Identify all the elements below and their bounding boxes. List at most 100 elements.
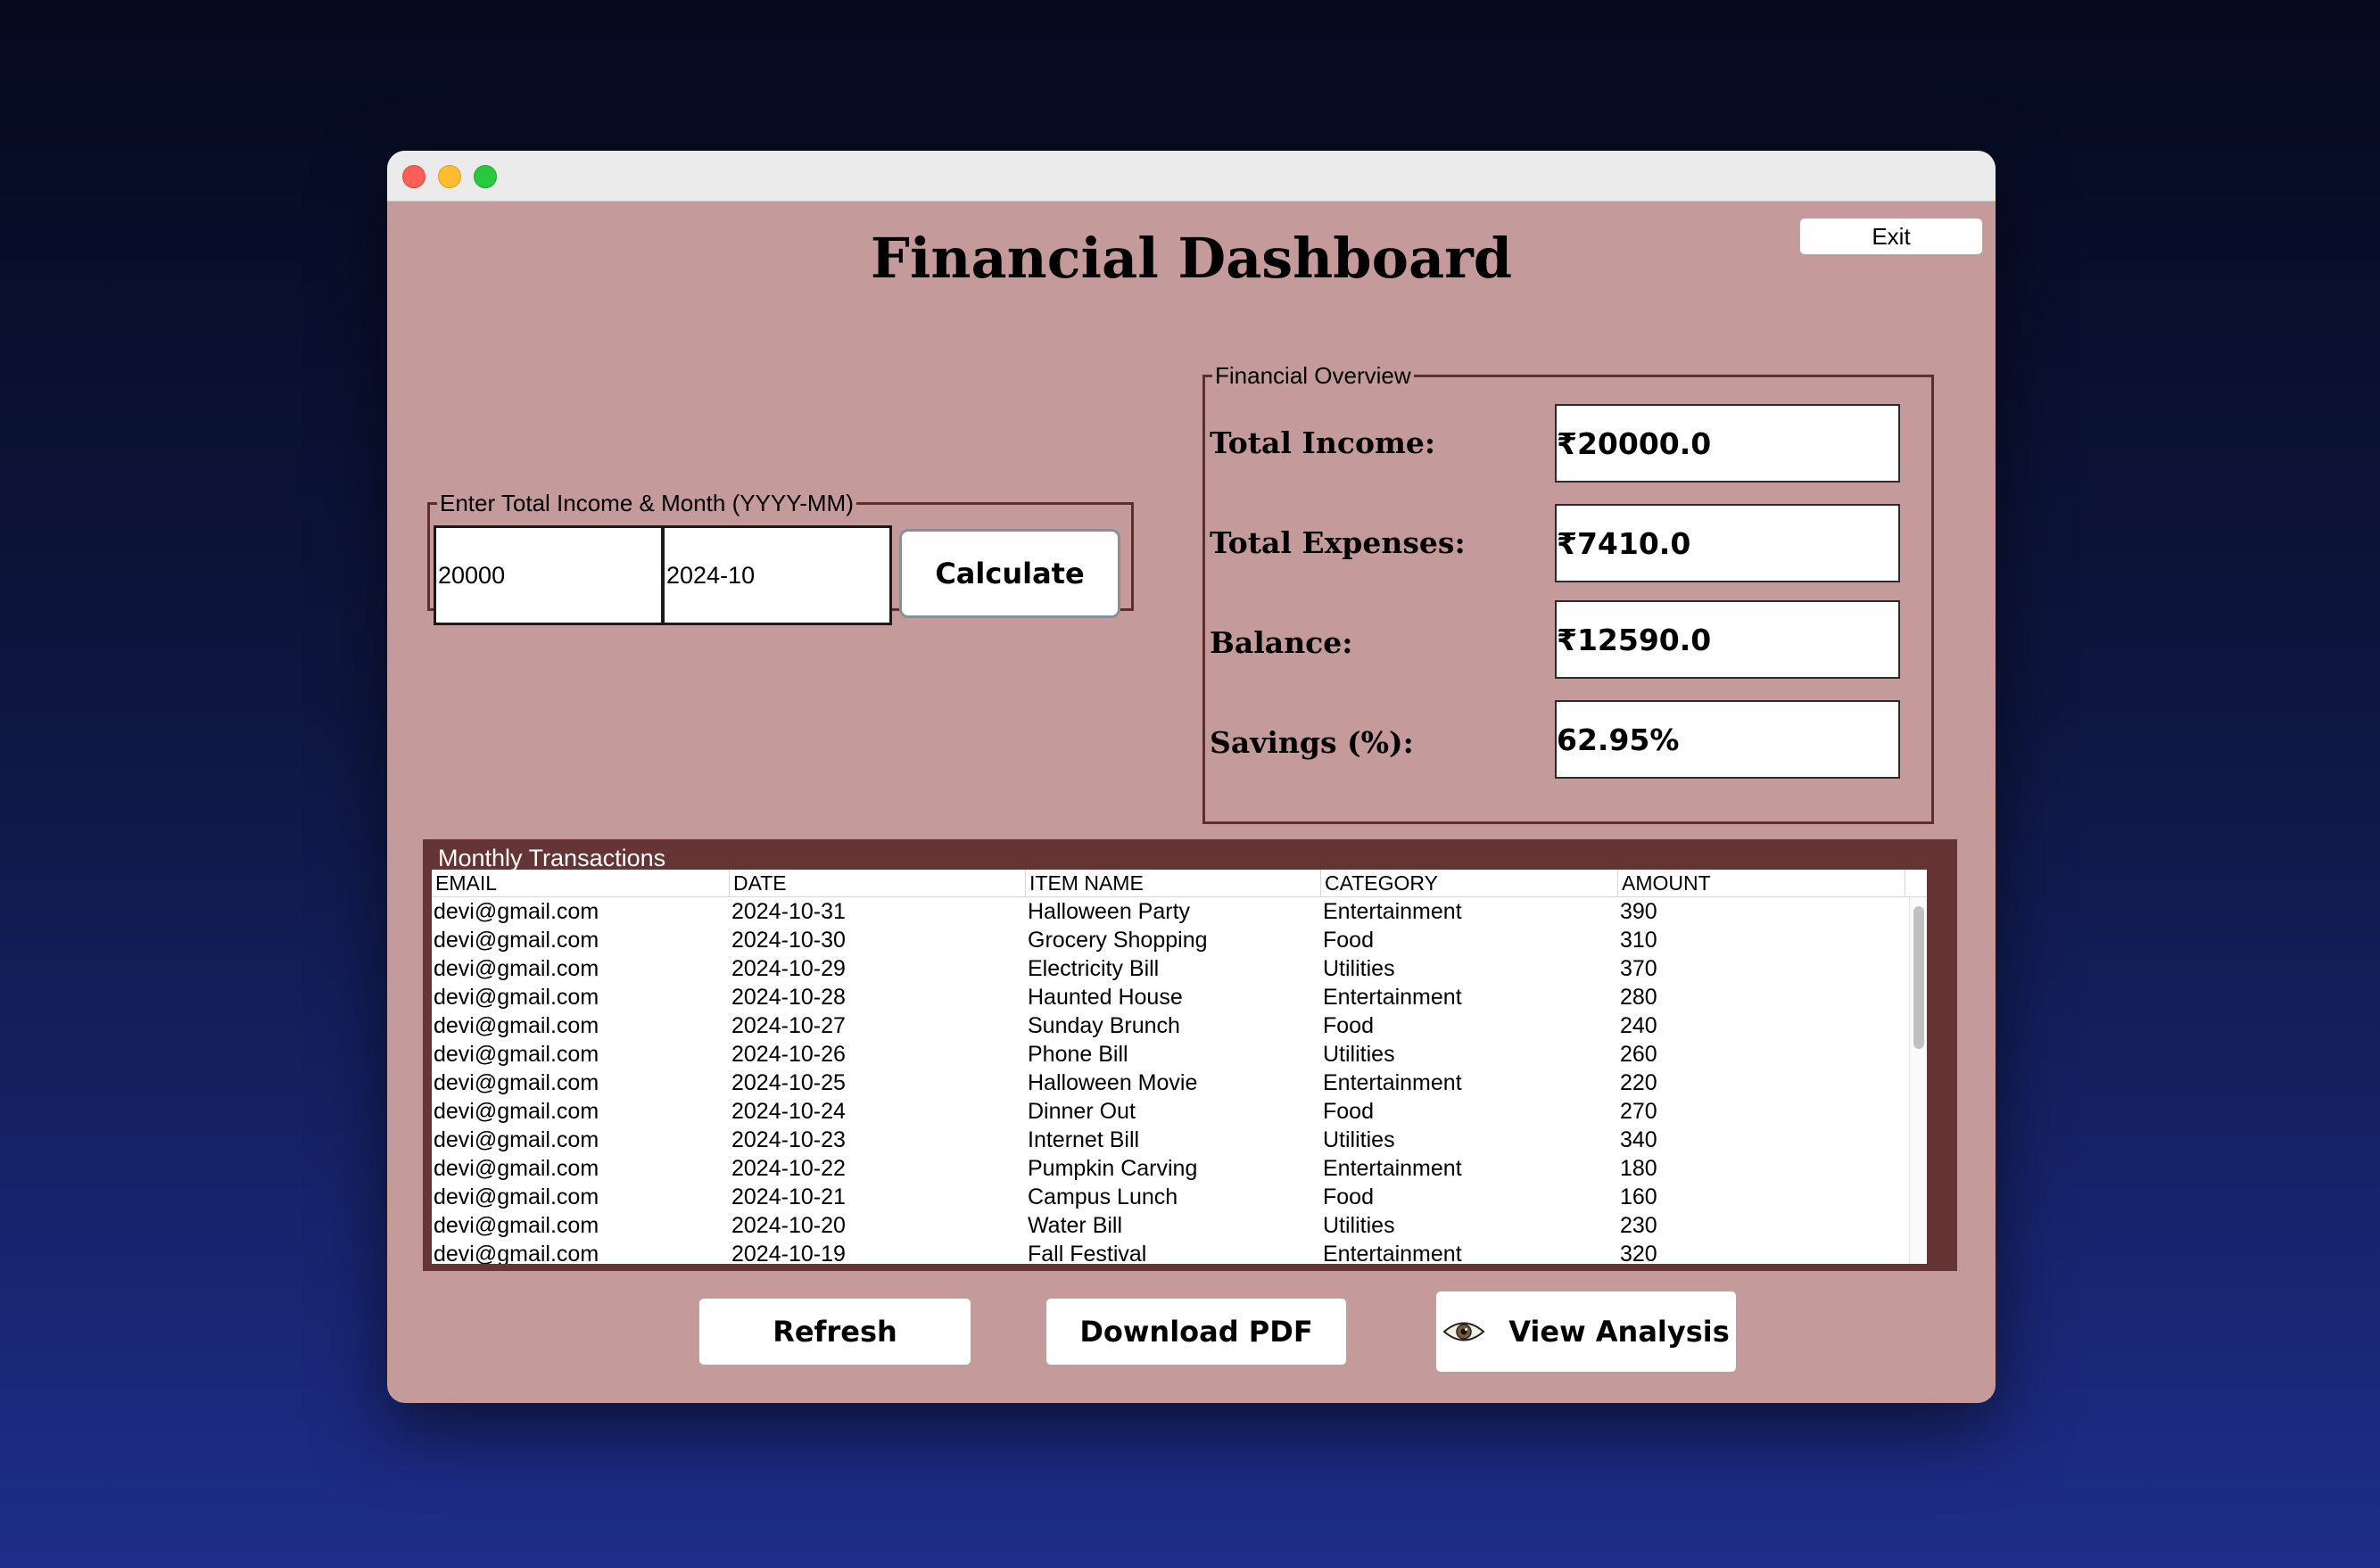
cell-email: devi@gmail.com [434,1127,599,1152]
cell-item-name: Fall Festival [1028,1242,1147,1264]
total-income-label: Total Income: [1210,425,1436,460]
refresh-button-label: Refresh [773,1315,897,1349]
table-body: devi@gmail.com 2024-10-31 Halloween Party E… [432,897,1905,1264]
cell-date: 2024-10-22 [731,1156,846,1181]
transactions-table[interactable]: EMAIL DATE ITEM NAME CATEGORY AMOUNT dev… [432,870,1927,1264]
table-row[interactable]: devi@gmail.com 2024-10-20 Water Bill Utilit… [432,1211,1905,1240]
transactions-title: Monthly Transactions [438,845,666,871]
cell-amount: 320 [1620,1242,1657,1264]
balance-label: Balance: [1210,625,1353,660]
cell-amount: 260 [1620,1042,1657,1067]
table-row[interactable]: devi@gmail.com 2024-10-22 Pumpkin Carving E… [432,1154,1905,1183]
calculate-button[interactable]: Calculate [899,529,1120,618]
eye-icon [1442,1322,1485,1341]
table-row[interactable]: devi@gmail.com 2024-10-23 Internet Bill Uti… [432,1126,1905,1154]
cell-email: devi@gmail.com [434,985,599,1010]
table-row[interactable]: devi@gmail.com 2024-10-27 Sunday Brunch Foo… [432,1011,1905,1040]
column-header-category[interactable]: CATEGORY [1321,870,1618,896]
overview-group-legend: Financial Overview [1215,362,1411,389]
cell-item-name: Campus Lunch [1028,1184,1178,1209]
total-expenses-label: Total Expenses: [1210,525,1466,560]
exit-button[interactable]: Exit [1799,218,1983,255]
view-analysis-button[interactable]: View Analysis [1435,1291,1737,1373]
column-header-date[interactable]: DATE [730,870,1026,896]
close-window-button[interactable] [402,165,426,188]
table-row[interactable]: devi@gmail.com 2024-10-31 Halloween Party E… [432,897,1905,926]
income-field[interactable]: 20000 [434,525,664,625]
cell-item-name: Water Bill [1028,1213,1123,1238]
table-row[interactable]: devi@gmail.com 2024-10-29 Electricity Bill… [432,954,1905,983]
download-pdf-button[interactable]: Download PDF [1045,1298,1347,1366]
cell-email: devi@gmail.com [434,1184,599,1209]
total-income-value: ₹20000.0 [1555,404,1900,483]
cell-category: Food [1323,1013,1374,1038]
cell-amount: 180 [1620,1156,1657,1181]
table-header: EMAIL DATE ITEM NAME CATEGORY AMOUNT [432,870,1927,897]
cell-item-name: Electricity Bill [1028,956,1160,981]
cell-email: devi@gmail.com [434,1042,599,1067]
scrollbar-thumb[interactable] [1913,906,1924,1049]
cell-date: 2024-10-27 [731,1013,846,1038]
cell-date: 2024-10-29 [731,956,846,981]
cell-email: devi@gmail.com [434,956,599,981]
column-header-email[interactable]: EMAIL [432,870,730,896]
maximize-window-button[interactable] [474,165,497,188]
cell-date: 2024-10-19 [731,1242,846,1264]
month-field[interactable]: 2024-10 [662,525,892,625]
cell-category: Utilities [1323,1213,1395,1238]
table-row[interactable]: devi@gmail.com 2024-10-30 Grocery Shopping… [432,926,1905,954]
table-row[interactable]: devi@gmail.com 2024-10-21 Campus Lunch Food… [432,1183,1905,1211]
cell-category: Food [1323,928,1374,953]
cell-email: devi@gmail.com [434,899,599,924]
table-row[interactable]: devi@gmail.com 2024-10-28 Haunted House Ent… [432,983,1905,1011]
cell-email: devi@gmail.com [434,1013,599,1038]
cell-amount: 230 [1620,1213,1657,1238]
cell-email: devi@gmail.com [434,928,599,953]
cell-date: 2024-10-21 [731,1184,846,1209]
cell-amount: 390 [1620,899,1657,924]
cell-amount: 240 [1620,1013,1657,1038]
cell-item-name: Sunday Brunch [1028,1013,1180,1038]
refresh-button[interactable]: Refresh [698,1298,971,1366]
cell-category: Food [1323,1184,1374,1209]
table-row[interactable]: devi@gmail.com 2024-10-24 Dinner Out Food 27… [432,1097,1905,1126]
app-window: Financial Dashboard Exit Enter Total Inc… [387,151,1996,1403]
income-group-legend: Enter Total Income & Month (YYYY-MM) [440,490,854,516]
table-row[interactable]: devi@gmail.com 2024-10-19 Fall Festival Ent… [432,1240,1905,1264]
cell-date: 2024-10-25 [731,1070,846,1095]
table-row[interactable]: devi@gmail.com 2024-10-25 Halloween Movie E… [432,1069,1905,1097]
cell-category: Entertainment [1323,985,1462,1010]
cell-email: devi@gmail.com [434,1070,599,1095]
table-scrollbar[interactable] [1909,897,1927,1264]
table-row[interactable]: devi@gmail.com 2024-10-26 Phone Bill Utilit… [432,1040,1905,1069]
cell-category: Food [1323,1099,1374,1124]
cell-amount: 310 [1620,928,1657,953]
total-expenses-value: ₹7410.0 [1555,504,1900,582]
cell-amount: 270 [1620,1099,1657,1124]
column-header-item-name[interactable]: ITEM NAME [1026,870,1321,896]
cell-item-name: Halloween Movie [1028,1070,1198,1095]
view-analysis-button-label: View Analysis [1508,1315,1730,1349]
column-header-amount[interactable]: AMOUNT [1618,870,1905,896]
cell-date: 2024-10-31 [731,899,846,924]
cell-date: 2024-10-24 [731,1099,846,1124]
cell-email: devi@gmail.com [434,1213,599,1238]
cell-amount: 160 [1620,1184,1657,1209]
title-bar [387,151,1996,202]
cell-date: 2024-10-30 [731,928,846,953]
cell-category: Entertainment [1323,1242,1462,1264]
cell-amount: 340 [1620,1127,1657,1152]
cell-amount: 370 [1620,956,1657,981]
cell-item-name: Dinner Out [1028,1099,1136,1124]
cell-date: 2024-10-28 [731,985,846,1010]
cell-category: Utilities [1323,1042,1395,1067]
cell-category: Entertainment [1323,899,1462,924]
cell-email: devi@gmail.com [434,1099,599,1124]
cell-item-name: Pumpkin Carving [1028,1156,1198,1181]
download-pdf-button-label: Download PDF [1079,1315,1313,1349]
cell-item-name: Phone Bill [1028,1042,1128,1067]
minimize-window-button[interactable] [438,165,461,188]
monthly-transactions-panel: Monthly Transactions EMAIL DATE ITEM NAM… [423,839,1957,1271]
cell-date: 2024-10-20 [731,1213,846,1238]
cell-item-name: Haunted House [1028,985,1183,1010]
